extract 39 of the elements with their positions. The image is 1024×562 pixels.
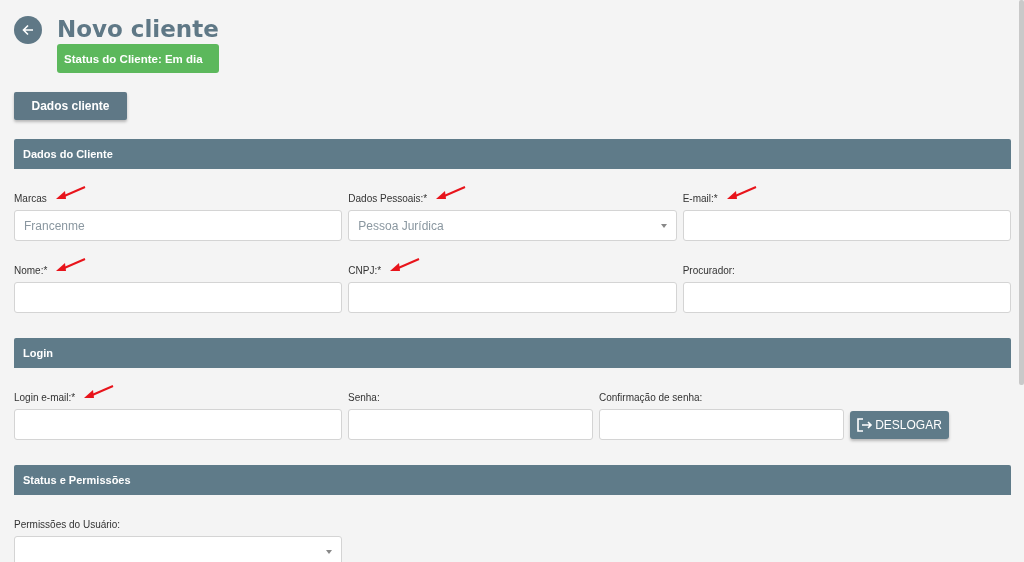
input-field[interactable] xyxy=(682,210,1011,241)
arrow-left-icon xyxy=(22,24,34,36)
annotation-arrow-icon xyxy=(55,186,86,200)
logout-button[interactable]: DESLOGAR xyxy=(850,411,949,439)
annotation-arrow-icon xyxy=(56,258,87,272)
field-label: Nome:* xyxy=(14,265,48,276)
input-field[interactable] xyxy=(14,282,343,313)
scrollbar-thumb[interactable] xyxy=(1019,0,1024,385)
caret-icon xyxy=(326,549,332,554)
section-header: Status e Permissões xyxy=(14,465,1011,495)
section-header: Login xyxy=(14,338,1011,368)
annotation-arrow-icon xyxy=(84,385,115,399)
input-field[interactable] xyxy=(682,282,1011,313)
logout-icon xyxy=(857,418,874,432)
back-button[interactable] xyxy=(14,16,42,44)
tab[interactable]: Dados cliente xyxy=(14,92,127,120)
field-label: Marcas xyxy=(14,193,47,204)
field-label: Permissões do Usuário: xyxy=(14,519,121,530)
select-field[interactable]: Pessoa Jurídica xyxy=(348,210,677,241)
caret-icon xyxy=(660,223,667,228)
annotation-arrow-icon xyxy=(436,186,467,200)
input-field[interactable] xyxy=(348,282,677,313)
page-title: Novo cliente xyxy=(57,16,219,42)
status-badge: Status do Cliente: Em dia xyxy=(57,44,219,73)
input-field[interactable] xyxy=(599,409,844,440)
field-label: Confirmação de senha: xyxy=(599,392,703,403)
section-header: Dados do Cliente xyxy=(14,139,1011,169)
input-field[interactable] xyxy=(14,409,342,440)
field-label: CNPJ:* xyxy=(348,265,382,276)
field-label: Login e-mail:* xyxy=(14,392,76,403)
input-field[interactable]: Francenme xyxy=(14,210,343,241)
select-field[interactable] xyxy=(14,536,342,562)
input-field[interactable] xyxy=(348,409,593,440)
field-label: Procurador: xyxy=(682,265,735,276)
annotation-arrow-icon xyxy=(726,186,757,200)
field-label: Dados Pessoais:* xyxy=(348,193,428,204)
field-label: E-mail:* xyxy=(682,193,718,204)
annotation-arrow-icon xyxy=(390,258,421,272)
field-label: Senha: xyxy=(348,392,380,403)
